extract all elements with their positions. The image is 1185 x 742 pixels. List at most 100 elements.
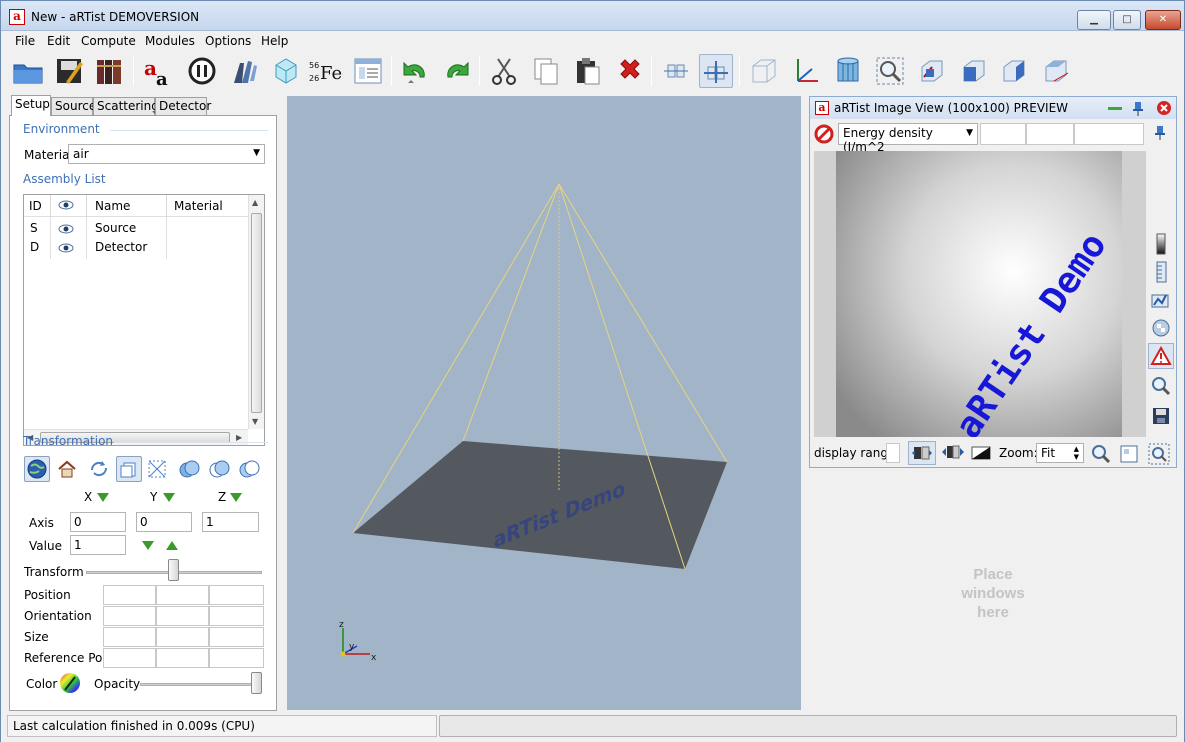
axes-icon[interactable] bbox=[789, 54, 823, 88]
undo-icon[interactable] bbox=[397, 54, 431, 88]
zoom-fit-icon[interactable] bbox=[873, 54, 907, 88]
scroll-right-icon[interactable]: ▶ bbox=[236, 433, 242, 442]
stop-icon[interactable] bbox=[814, 124, 834, 147]
home-icon[interactable] bbox=[54, 456, 80, 482]
preview-image[interactable]: aRTist Demo bbox=[814, 151, 1146, 446]
zoom-in-icon[interactable] bbox=[1090, 443, 1112, 465]
x-direction-icon[interactable] bbox=[97, 493, 109, 502]
menu-modules[interactable]: Modules bbox=[145, 34, 195, 48]
value-field-1[interactable] bbox=[980, 123, 1026, 145]
position-z-cell[interactable] bbox=[209, 585, 264, 605]
size-z-cell[interactable] bbox=[209, 627, 264, 647]
save-image-icon[interactable] bbox=[1148, 403, 1174, 429]
close-button[interactable]: ✕ bbox=[1145, 10, 1181, 30]
warning-icon[interactable] bbox=[1148, 343, 1174, 369]
axis-x-input[interactable]: 0 bbox=[70, 512, 126, 532]
vertical-scrollbar[interactable]: ▲ ▼ bbox=[248, 195, 264, 429]
column-id[interactable]: ID bbox=[29, 199, 42, 213]
open-folder-icon[interactable] bbox=[11, 54, 45, 88]
scroll-up-icon[interactable]: ▲ bbox=[252, 198, 258, 207]
axis-y-input[interactable]: 0 bbox=[136, 512, 192, 532]
tab-detector[interactable]: Detector bbox=[155, 97, 211, 115]
size-x-cell[interactable] bbox=[103, 627, 156, 647]
subtract-icon[interactable] bbox=[206, 456, 232, 482]
view-side-icon[interactable] bbox=[957, 54, 991, 88]
increase-icon[interactable] bbox=[166, 541, 178, 550]
y-direction-icon[interactable] bbox=[163, 493, 175, 502]
zoom-icon[interactable] bbox=[1148, 373, 1174, 399]
grid-box-icon[interactable] bbox=[747, 54, 781, 88]
close-icon[interactable] bbox=[1156, 100, 1172, 119]
quantity-select[interactable]: Energy density (J/m^2 ▼ bbox=[838, 123, 978, 154]
eye-icon[interactable] bbox=[58, 222, 74, 239]
minimize-button[interactable]: ▁ bbox=[1077, 10, 1111, 30]
material-select[interactable]: air ▼ bbox=[68, 144, 265, 164]
union-icon[interactable] bbox=[176, 456, 202, 482]
rotate-icon[interactable] bbox=[86, 456, 112, 482]
image-view-titlebar[interactable]: a aRTist Image View (100x100) PREVIEW bbox=[810, 97, 1176, 119]
zoom-region-icon[interactable] bbox=[1118, 443, 1140, 465]
full-range-icon[interactable] bbox=[940, 441, 966, 465]
paste-icon[interactable] bbox=[571, 54, 605, 88]
size-y-cell[interactable] bbox=[156, 627, 209, 647]
axis-z-input[interactable]: 1 bbox=[202, 512, 259, 532]
view-top-icon[interactable] bbox=[997, 54, 1031, 88]
filter-icon[interactable] bbox=[1148, 315, 1174, 341]
value-field-2[interactable] bbox=[1026, 123, 1074, 145]
element-icon[interactable]: 56 26 Fe bbox=[307, 54, 347, 88]
cylinder-icon[interactable] bbox=[831, 54, 865, 88]
pause-icon[interactable] bbox=[185, 54, 219, 88]
z-direction-icon[interactable] bbox=[230, 493, 242, 502]
view-front-icon[interactable] bbox=[915, 54, 949, 88]
maximize-button[interactable]: □ bbox=[1113, 10, 1141, 30]
title-bar[interactable]: a New - aRTist DEMOVERSION ▁ □ ✕ bbox=[1, 1, 1184, 31]
orientation-y-cell[interactable] bbox=[156, 606, 209, 626]
artist-logo-icon[interactable]: aa bbox=[141, 54, 175, 88]
menu-options[interactable]: Options bbox=[205, 34, 251, 48]
menu-compute[interactable]: Compute bbox=[81, 34, 136, 48]
globe-icon[interactable] bbox=[24, 456, 50, 482]
table-row[interactable]: D Detector bbox=[24, 238, 246, 258]
invert-icon[interactable] bbox=[970, 443, 992, 463]
intersect-icon[interactable] bbox=[236, 456, 262, 482]
detector-plate[interactable] bbox=[353, 441, 727, 569]
spin-arrows-icon[interactable]: ▲ ▼ bbox=[1074, 445, 1079, 461]
eye-icon[interactable] bbox=[58, 241, 74, 258]
copy-icon[interactable] bbox=[529, 54, 563, 88]
translate-icon[interactable] bbox=[116, 456, 142, 482]
tab-source[interactable]: Source bbox=[51, 97, 96, 115]
menu-edit[interactable]: Edit bbox=[47, 34, 70, 48]
menu-help[interactable]: Help bbox=[261, 34, 288, 48]
tab-scattering[interactable]: Scattering bbox=[93, 97, 159, 115]
reference-y-cell[interactable] bbox=[156, 648, 209, 668]
save-icon[interactable] bbox=[53, 54, 87, 88]
position-y-cell[interactable] bbox=[156, 585, 209, 605]
align-icon[interactable] bbox=[659, 54, 693, 88]
profile-icon[interactable] bbox=[1148, 287, 1174, 313]
delete-icon[interactable] bbox=[613, 54, 647, 88]
column-material[interactable]: Material bbox=[174, 199, 223, 213]
zoom-fit-icon[interactable] bbox=[1148, 443, 1170, 465]
ruler-icon[interactable] bbox=[1148, 259, 1174, 285]
scrollbar-thumb[interactable] bbox=[251, 213, 262, 413]
value-input[interactable]: 1 bbox=[70, 535, 126, 555]
cut-icon[interactable] bbox=[487, 54, 521, 88]
table-row[interactable]: S Source bbox=[24, 219, 246, 239]
library-icon[interactable] bbox=[93, 54, 127, 88]
scroll-down-icon[interactable]: ▼ bbox=[252, 417, 258, 426]
script-icon[interactable] bbox=[351, 54, 385, 88]
display-range-field[interactable] bbox=[886, 443, 900, 463]
scale-icon[interactable] bbox=[144, 456, 170, 482]
assembly-list[interactable]: ID Name Material S Source D Detector ▲ ▼… bbox=[23, 194, 265, 446]
opacity-slider[interactable] bbox=[140, 683, 262, 686]
reference-x-cell[interactable] bbox=[103, 648, 156, 668]
snap-icon[interactable] bbox=[699, 54, 733, 88]
tab-setup[interactable]: Setup bbox=[11, 95, 51, 116]
reference-z-cell[interactable] bbox=[209, 648, 264, 668]
transform-slider-thumb[interactable] bbox=[168, 559, 179, 581]
column-name[interactable]: Name bbox=[95, 199, 130, 213]
gradient-icon[interactable] bbox=[1148, 231, 1174, 257]
tool-icon[interactable] bbox=[227, 54, 261, 88]
crystal-icon[interactable] bbox=[269, 54, 303, 88]
zoom-spinbox[interactable]: Fit ▲ ▼ bbox=[1036, 443, 1084, 463]
